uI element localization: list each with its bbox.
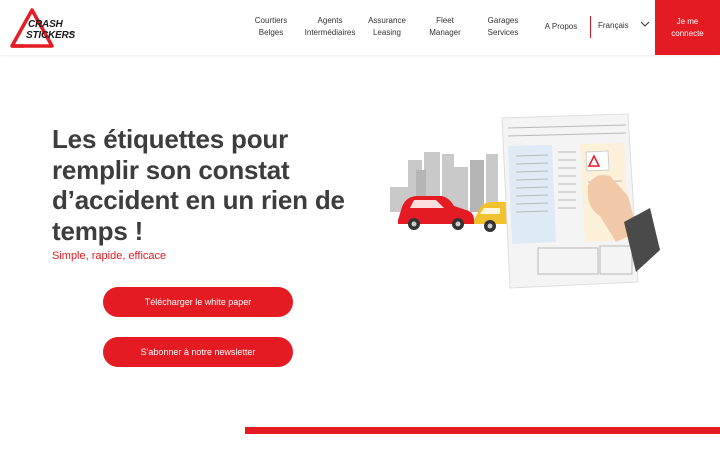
- nav-agents-intermediaires[interactable]: Agents Intermédiaires: [302, 15, 358, 39]
- logo-registered-mark: ®: [70, 31, 74, 37]
- hero-subtitle: Simple, rapide, efficace: [52, 250, 167, 262]
- nav-label: Garages Services: [487, 16, 519, 37]
- nav-label: A Propos: [544, 22, 578, 31]
- login-label: Je me connecte: [671, 17, 704, 38]
- nav-fleet-manager[interactable]: Fleet Manager: [426, 15, 464, 39]
- nav-label: Fleet Manager: [429, 16, 461, 37]
- nav-label: Courtiers Belges: [254, 16, 288, 37]
- footer-accent-bar: [245, 427, 720, 434]
- nav-courtiers-belges[interactable]: Courtiers Belges: [251, 15, 291, 39]
- download-whitepaper-button[interactable]: Télécharger le white paper: [103, 287, 293, 317]
- nav-assurance-leasing[interactable]: Assurance Leasing: [366, 15, 408, 39]
- logo-text-line2: STICKERS: [26, 30, 75, 41]
- logo-text-line1: CRASH: [28, 19, 63, 30]
- language-selector[interactable]: Français: [598, 21, 629, 30]
- accident-report-illustration: [390, 113, 660, 289]
- site-header: CRASH STICKERS ® Courtiers Belges Agents I…: [0, 0, 720, 55]
- nav-divider: [590, 16, 591, 38]
- nav-label: Agents Intermédiaires: [304, 16, 356, 37]
- crash-stickers-logo[interactable]: CRASH STICKERS ®: [10, 8, 80, 50]
- login-button[interactable]: Je me connecte: [655, 0, 720, 55]
- nav-garages-services[interactable]: Garages Services: [484, 15, 522, 39]
- nav-label: Assurance Leasing: [368, 16, 406, 37]
- hero-title: Les étiquettes pour remplir son constat …: [52, 124, 345, 246]
- chevron-down-icon[interactable]: [640, 19, 650, 29]
- nav-a-propos[interactable]: A Propos: [543, 21, 579, 33]
- newsletter-subscribe-button[interactable]: S'abonner à notre newsletter: [103, 337, 293, 367]
